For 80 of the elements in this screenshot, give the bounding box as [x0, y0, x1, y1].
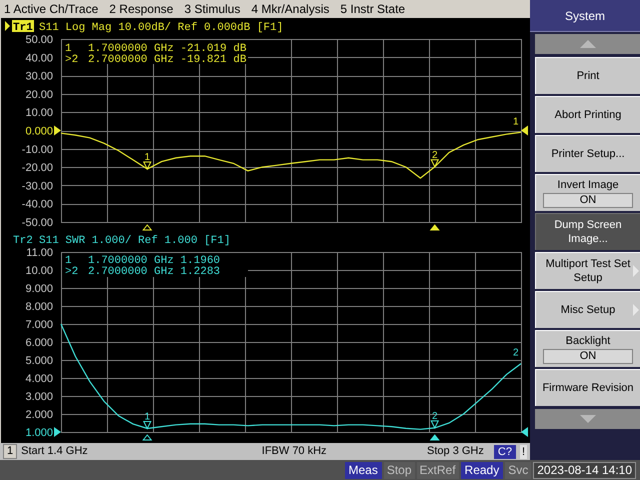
- menu-item[interactable]: 2 Response: [109, 0, 174, 18]
- down-arrow-icon: [580, 415, 596, 423]
- softkey-button[interactable]: Misc Setup: [535, 291, 640, 328]
- axis-label: 9.000: [25, 283, 53, 295]
- trace-end-label: 1: [513, 116, 519, 128]
- axis-label: 6.000: [25, 337, 53, 349]
- toggle-state: ON: [543, 193, 633, 208]
- softkey-button[interactable]: Multiport Test Set Setup: [535, 252, 640, 289]
- axis-label: 30.00: [25, 70, 53, 83]
- marker-readout: 2.7000000 GHz -19.821 dB: [88, 54, 246, 66]
- toggle-state: ON: [543, 349, 633, 364]
- marker-triangle-icon: [142, 420, 152, 430]
- axis-label: 10.00: [25, 265, 53, 277]
- channel-number: 1: [3, 444, 18, 459]
- start-frequency: Start 1.4 GHz: [21, 444, 88, 460]
- submenu-arrow-icon: [633, 265, 639, 277]
- scroll-up-button[interactable]: [535, 34, 640, 54]
- marker-number: 1: [65, 255, 72, 267]
- status-indicator: ExtRef: [416, 462, 459, 478]
- date-time: 2023-08-14 14:10: [533, 462, 636, 478]
- alert-indicator: !: [520, 444, 527, 458]
- axis-label: 10.00: [25, 107, 53, 120]
- softkey-button[interactable]: Firmware Revision: [535, 369, 640, 406]
- calibration-indicator: C?: [494, 444, 516, 458]
- status-indicator: Meas: [344, 462, 382, 478]
- axis-label: -50.00: [22, 217, 53, 229]
- marker-triangle-icon: [142, 161, 152, 170]
- trace-title: S11 Log Mag 10.00dB/ Ref 0.000dB [F1]: [39, 22, 284, 34]
- axis-label: 50.00: [25, 34, 53, 46]
- ifbw-value: IFBW 70 kHz: [262, 444, 327, 460]
- axis-label: 11.00: [26, 247, 53, 259]
- menu-item[interactable]: 3 Stimulus: [184, 0, 240, 18]
- softkey-button[interactable]: Printer Setup...: [535, 135, 640, 172]
- stop-frequency: Stop 3 GHz: [427, 444, 484, 460]
- softkey-button[interactable]: Print: [535, 57, 640, 94]
- axis-label: 8.000: [25, 301, 53, 313]
- up-arrow-icon: [580, 40, 596, 48]
- softkey-button[interactable]: Backlight ON: [535, 330, 640, 367]
- trace-id: Tr2: [13, 235, 33, 247]
- axis-label: -40.00: [22, 198, 53, 211]
- status-indicator: Ready: [460, 462, 504, 478]
- axis-label: -20.00: [22, 162, 53, 174]
- axis-label: 4.000: [25, 373, 53, 385]
- status-indicator: Svc: [505, 462, 532, 478]
- marker-number: >2: [65, 54, 78, 66]
- active-trace-icon: [5, 21, 10, 31]
- reference-arrow-icon: [521, 126, 528, 136]
- marker-label: 2: [432, 150, 438, 161]
- marker-readout: 1.7000000 GHz -21.019 dB: [88, 43, 246, 55]
- submenu-arrow-icon: [633, 304, 639, 316]
- marker-number: 1: [65, 43, 72, 55]
- axis-label: 0.000: [25, 126, 53, 138]
- axis-label: -30.00: [22, 180, 53, 192]
- marker-readout: 1.7000000 GHz 1.1960: [88, 255, 220, 267]
- axis-label: 7.000: [25, 319, 53, 331]
- menu-item[interactable]: 5 Instr State: [340, 0, 406, 18]
- axis-label: 2.000: [25, 409, 53, 421]
- marker-number: >2: [65, 266, 78, 278]
- axis-label: 5.000: [25, 355, 53, 367]
- scroll-down-button[interactable]: [535, 409, 640, 429]
- axis-label: 40.00: [25, 52, 53, 64]
- trace-id-tag: Tr1: [12, 20, 34, 34]
- menu-item[interactable]: 4 Mkr/Analysis: [251, 0, 330, 18]
- axis-label: 20.00: [25, 88, 53, 101]
- axis-label: -10.00: [22, 144, 53, 156]
- reference-arrow-icon: [521, 427, 528, 437]
- marker-triangle-icon: [430, 420, 440, 430]
- softkey-button[interactable]: Dump Screen Image...: [535, 213, 640, 250]
- axis-label: 3.000: [25, 391, 53, 403]
- marker-readout: 2.7000000 GHz 1.2283: [88, 266, 220, 278]
- menu-title: System: [530, 0, 640, 32]
- softkey-button[interactable]: Invert Image ON: [535, 174, 640, 211]
- trace-end-label: 2: [513, 348, 519, 359]
- menu-item[interactable]: 1 Active Ch/Trace: [4, 0, 98, 18]
- marker-triangle-icon: [430, 159, 440, 168]
- marker-label: 1: [144, 152, 150, 163]
- status-indicator: Stop: [384, 462, 415, 478]
- axis-label: 1.000: [25, 427, 53, 439]
- trace-title: S11 SWR 1.000/ Ref 1.000 [F1]: [39, 235, 230, 247]
- softkey-button[interactable]: Abort Printing: [535, 96, 640, 133]
